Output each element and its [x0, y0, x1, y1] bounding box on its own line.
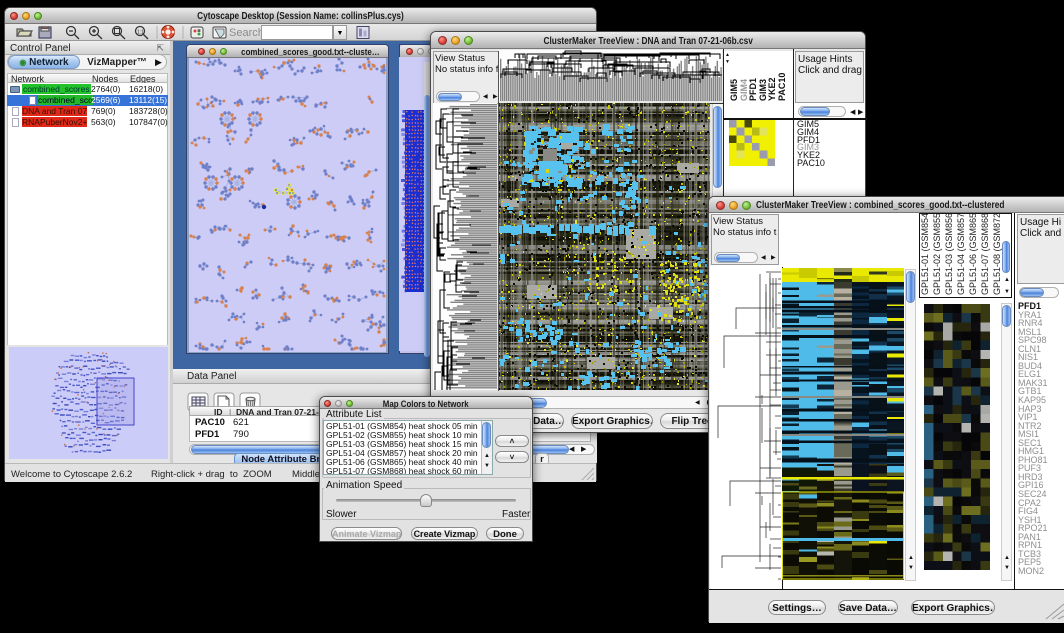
svg-text:1:1: 1:1 [137, 30, 144, 36]
svg-text:GIM5: GIM5 [730, 79, 739, 101]
svg-text:PFD1: PFD1 [748, 78, 758, 101]
svg-text:PAC10: PAC10 [777, 73, 787, 101]
svg-text:YKE2: YKE2 [767, 77, 777, 101]
